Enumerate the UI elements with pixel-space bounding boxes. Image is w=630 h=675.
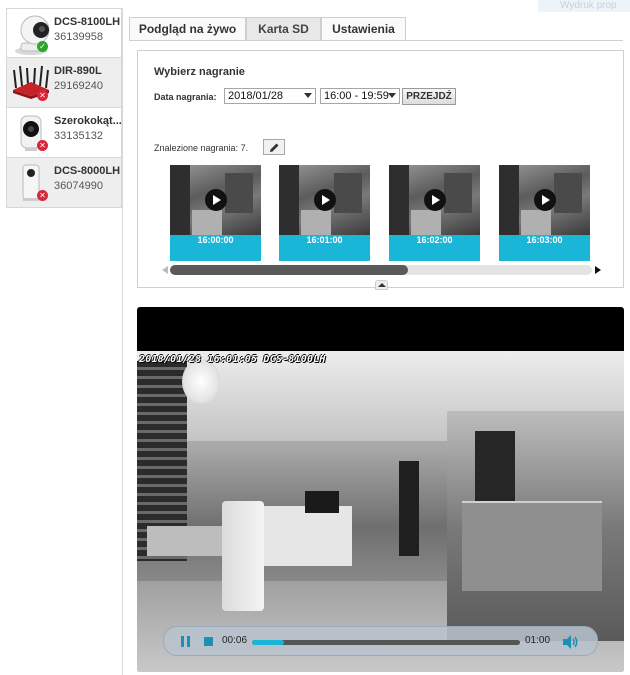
scroll-right-arrow[interactable]	[595, 266, 601, 274]
panel-title: Wybierz nagranie	[154, 66, 245, 78]
device-item-szerokokatna[interactable]: ✕ Szerokokąt... 33135132	[6, 108, 122, 158]
recording-item[interactable]: 16:02:00	[389, 165, 480, 261]
device-serial: 36074990	[54, 180, 103, 192]
device-name: DCS-8100LH	[54, 16, 121, 28]
tab-settings[interactable]: Ustawienia	[321, 17, 406, 41]
pencil-icon	[270, 143, 279, 152]
device-serial: 33135132	[54, 130, 103, 142]
seek-bar[interactable]	[252, 640, 520, 645]
collapse-panel-button[interactable]	[375, 280, 388, 290]
time-range-select[interactable]: 16:00 - 19:59	[320, 88, 400, 104]
current-time: 00:06	[222, 635, 248, 646]
duration: 01:00	[525, 635, 551, 646]
recording-list: 16:00:00 16:01:00 16:02:00 16:03:00	[170, 165, 590, 262]
tab-live-view[interactable]: Podgląd na żywo	[129, 17, 246, 41]
scroll-thumb[interactable]	[170, 265, 408, 275]
device-sidebar: ✓ DCS-8100LH 36139958 ✕ DIR-890L 2916924…	[6, 8, 122, 208]
play-icon[interactable]	[205, 189, 227, 211]
recording-time: 16:02:00	[389, 235, 480, 261]
print-link[interactable]: Wydruk prop	[538, 0, 630, 12]
status-error-icon: ✕	[37, 140, 48, 151]
play-icon[interactable]	[534, 189, 556, 211]
video-player: 2018/01/28 16:01:05 DCS-8100LH 00:06 01:…	[137, 307, 624, 672]
chevron-down-icon	[304, 93, 312, 98]
device-name: DCS-8000LH	[54, 165, 121, 177]
device-name: Szerokokąt...	[54, 115, 122, 127]
status-error-icon: ✕	[37, 90, 48, 101]
time-range-value: 16:00 - 19:59	[324, 90, 389, 102]
device-name: DIR-890L	[54, 65, 102, 77]
device-serial: 36139958	[54, 31, 103, 43]
video-timestamp-overlay: 2018/01/28 16:01:05 DCS-8100LH	[139, 354, 326, 365]
recording-time: 16:03:00	[499, 235, 590, 261]
scroll-left-arrow[interactable]	[162, 266, 168, 274]
date-select[interactable]: 2018/01/28	[224, 88, 316, 104]
status-error-icon: ✕	[37, 190, 48, 201]
found-label: Znalezione nagrania:	[154, 143, 239, 153]
tab-bar: Podgląd na żywo Karta SD Ustawienia	[129, 17, 623, 41]
play-icon[interactable]	[424, 189, 446, 211]
device-item-dcs-8100lh[interactable]: ✓ DCS-8100LH 36139958	[6, 8, 122, 58]
date-select-value: 2018/01/28	[228, 90, 284, 102]
recording-time: 16:01:00	[279, 235, 370, 261]
chevron-down-icon	[388, 93, 396, 98]
device-item-dir-890l[interactable]: ✕ DIR-890L 29169240	[6, 58, 122, 108]
player-controls: 00:06 01:00	[163, 626, 598, 656]
seek-progress	[252, 640, 285, 645]
recording-item[interactable]: 16:00:00	[170, 165, 261, 261]
tab-sd-card[interactable]: Karta SD	[246, 17, 321, 41]
found-count: 7.	[240, 143, 249, 153]
found-recordings: Znalezione nagrania: 7.	[154, 143, 248, 153]
status-ok-icon: ✓	[37, 41, 48, 52]
edit-button[interactable]	[263, 139, 285, 155]
go-button[interactable]: PRZEJDŹ	[402, 88, 456, 105]
device-item-dcs-8000lh[interactable]: ✕ DCS-8000LH 36074990	[6, 158, 122, 208]
video-frame[interactable]	[137, 351, 624, 672]
sd-recordings-panel: Wybierz nagranie Data nagrania: 2018/01/…	[137, 50, 624, 290]
sidebar-divider	[122, 8, 123, 675]
volume-icon[interactable]	[562, 634, 580, 650]
device-serial: 29169240	[54, 80, 103, 92]
recording-time: 16:00:00	[170, 235, 261, 261]
date-label: Data nagrania:	[154, 92, 217, 102]
recording-item[interactable]: 16:01:00	[279, 165, 370, 261]
play-icon[interactable]	[314, 189, 336, 211]
stop-icon[interactable]	[204, 637, 213, 646]
recording-item[interactable]: 16:03:00	[499, 165, 590, 261]
page: Wydruk prop ✓ DCS-8100LH 36139958 ✕ DIR-…	[0, 0, 630, 675]
pause-icon[interactable]	[180, 636, 192, 648]
